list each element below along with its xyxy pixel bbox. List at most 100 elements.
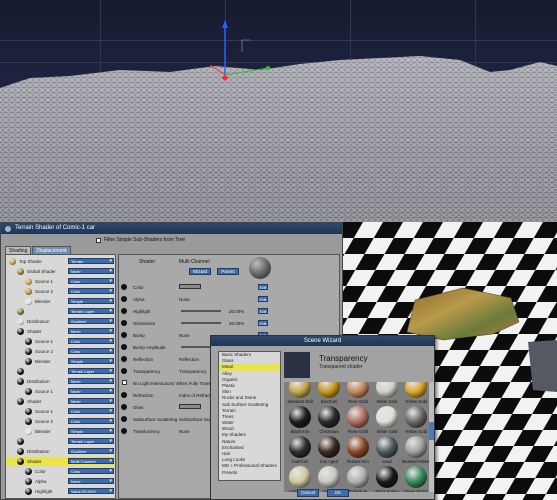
tree-row[interactable]: Alpha None [6,477,115,486]
property-sphere-icon[interactable] [121,404,127,410]
edit-button[interactable]: Edit [258,296,268,302]
tree-row[interactable]: Top Shader Terrain [6,257,115,266]
material-swatch[interactable]: Rose Gold [344,382,372,404]
tree-row-shader-select[interactable]: Color [68,288,114,294]
tree-row[interactable]: Source 2 Color [6,287,115,296]
category-item[interactable]: MD + Professional Shaders [219,463,280,469]
tree-row[interactable]: Distribution Mixer [6,377,115,386]
color-swatch[interactable] [179,284,201,289]
tree-row[interactable]: Blender Simple [6,427,115,436]
tree-row[interactable]: Terrain Layer [6,307,115,316]
parent-button[interactable]: Parent [217,268,239,275]
property-sphere-icon[interactable] [121,428,127,434]
tree-row[interactable]: Distribution Gradient [6,447,115,456]
tree-row-shader-select[interactable]: Color [68,338,114,344]
tree-row[interactable]: Source 2 Color [6,347,115,356]
tree-row-shader-select[interactable]: Color [68,468,114,474]
property-sphere-icon[interactable] [121,284,127,290]
tree-row-shader-select[interactable]: Terrain Layer [68,368,114,374]
edit-button[interactable]: Edit [258,284,268,290]
material-grid[interactable]: Standard Dull Electrum Rose Gold White Gold… [284,382,434,492]
property-slider[interactable] [181,310,221,312]
tree-row-shader-select[interactable]: Simple [68,298,114,304]
property-checkbox[interactable] [122,380,127,385]
material-swatch[interactable]: Black Iron [286,406,314,434]
material-swatch[interactable]: White Gold [373,406,401,434]
material-scrollbar-thumb[interactable] [429,422,434,440]
category-item[interactable]: Presets [219,470,280,476]
filter-option[interactable]: Filter Simple Sub-Shaders from Tree [96,237,185,243]
tree-row-shader-select[interactable]: Color [68,278,114,284]
tree-row[interactable]: Shader Mixer [6,327,115,336]
tree-row[interactable]: Global Shader Mixer [6,267,115,276]
tree-row-shader-select[interactable]: Color [68,348,114,354]
edit-button[interactable]: Edit [258,308,268,314]
material-swatch[interactable]: Green Patina [402,466,430,492]
tree-row[interactable]: Distribution Gradient [6,317,115,326]
tree-row[interactable]: Source 1 Color [6,277,115,286]
property-sphere-icon[interactable] [121,356,127,362]
tree-row-shader-select[interactable]: Terrain [68,258,114,264]
material-swatch[interactable]: Yellow Gold [402,382,430,404]
property-value[interactable]: 20.00% [229,321,244,326]
tree-row[interactable]: Shader Mixer [6,397,115,406]
tree-row-shader-select[interactable]: Mixer [68,328,114,334]
property-sphere-icon[interactable] [121,296,127,302]
3d-viewport[interactable] [0,0,557,222]
material-swatch[interactable]: White Gold [373,382,401,404]
property-sphere-icon[interactable] [121,320,127,326]
shader-tree[interactable]: Top ShaderTerrainGlobal ShaderMixerSourc… [5,254,116,499]
tree-row[interactable]: Highlight Value 20.00% [6,487,115,496]
tree-row[interactable]: Color Color [6,467,115,476]
shader-panel-titlebar[interactable]: Terrain Shader of Comic-1 car [1,223,342,234]
tree-row[interactable]: Shader Multi Channel [6,457,115,466]
property-sphere-icon[interactable] [121,392,127,398]
tree-row-shader-select[interactable]: Mixer [68,388,114,394]
tree-row-shader-select[interactable]: Terrain Layer [68,438,114,444]
filter-checkbox[interactable] [96,237,101,243]
property-sphere-icon[interactable] [121,344,127,350]
category-list[interactable]: Basic Shaders Glass Metal Alloy Organic Plast… [218,351,281,481]
tree-row-shader-select[interactable]: None [68,478,114,484]
property-value[interactable]: 20.00% [229,309,244,314]
tree-row-shader-select[interactable]: Mixer [68,378,114,384]
tree-row-shader-select[interactable]: Mixer [68,398,114,404]
material-swatch[interactable]: Yellow Gold [402,406,430,434]
tree-row[interactable]: Source 1 Color [6,407,115,416]
scene-wizard-dialog[interactable]: Scene Wizard Basic Shaders Glass Metal Allo… [210,335,435,500]
scene-wizard-title[interactable]: Scene Wizard [211,336,434,346]
tree-row-shader-select[interactable]: Simple [68,358,114,364]
tree-row[interactable]: Terrain Layer [6,437,115,446]
wizard-button[interactable]: Wizard [189,268,211,275]
property-sphere-icon[interactable] [121,416,127,422]
material-swatch[interactable]: Iron Aged [315,436,343,464]
tree-row[interactable]: Blender Simple [6,357,115,366]
tree-row-shader-select[interactable]: Multi Channel [68,458,114,464]
color-swatch[interactable] [179,404,201,409]
tree-row-shader-select[interactable]: Simple [68,428,114,434]
tree-row-shader-select[interactable]: Gradient [68,448,114,454]
transform-gizmo[interactable] [190,20,280,90]
tree-row-shader-select[interactable]: Gradient [68,318,114,324]
tree-row[interactable]: Source 2 Color [6,417,115,426]
material-swatch[interactable]: Electrum [315,382,343,404]
tree-row-shader-select[interactable]: Mixer [68,268,114,274]
material-swatch[interactable]: Black Patina [373,466,401,492]
tree-row[interactable]: Source 1 Mixer [6,387,115,396]
property-sphere-icon[interactable] [121,332,127,338]
tree-row-shader-select[interactable]: Color [68,418,114,424]
material-swatch[interactable]: Rose Gold [344,406,372,434]
edit-button[interactable]: Edit [258,320,268,326]
property-sphere-icon[interactable] [121,368,127,374]
material-swatch[interactable]: Standard Dull [286,382,314,404]
material-swatch[interactable]: Brushed Nickel [402,436,430,464]
tree-row[interactable]: Source 1 Color [6,337,115,346]
material-swatch[interactable]: Cast Iron [286,436,314,464]
tree-row-shader-select[interactable]: Value 20.00% [68,488,114,494]
ok-button[interactable]: OK [327,489,349,497]
material-swatch[interactable]: Rusted Iron [344,436,372,464]
tree-row[interactable]: Blender Simple [6,297,115,306]
cancel-button[interactable]: Cancel [297,489,319,497]
tree-row-shader-select[interactable]: Color [68,408,114,414]
tree-row-shader-select[interactable]: Terrain Layer [68,308,114,314]
